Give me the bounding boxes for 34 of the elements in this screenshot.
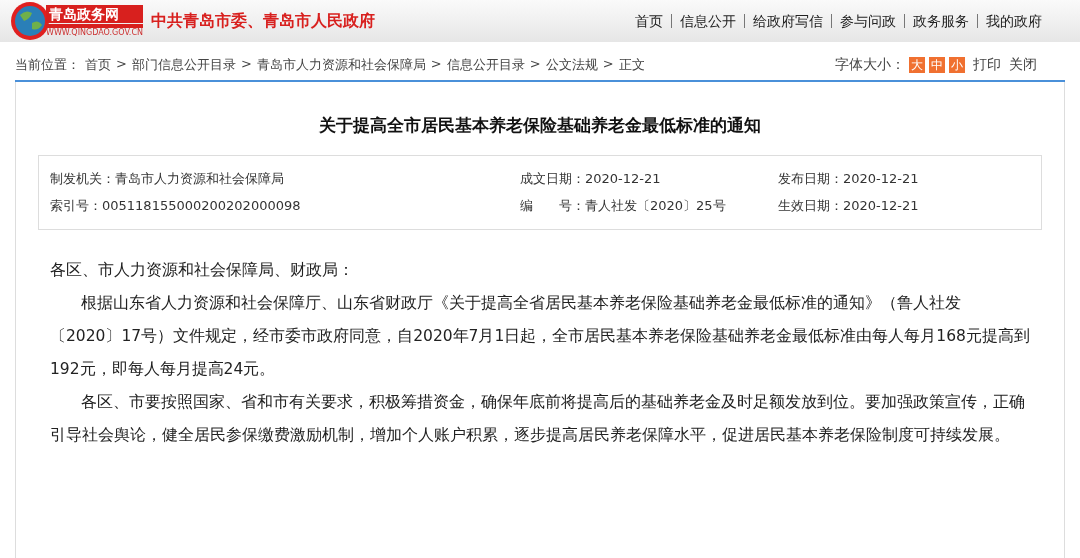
font-size-label: 字体大小： [835, 56, 905, 74]
breadcrumb-link[interactable]: 公文法规 [545, 56, 598, 74]
breadcrumb-link[interactable]: 信息公开目录 [446, 56, 525, 74]
site-title: 中共青岛市委、青岛市人民政府 [151, 10, 375, 32]
breadcrumb-separator: > [116, 56, 127, 73]
tool-link[interactable]: 关闭 [1009, 56, 1037, 74]
logo-text: 青岛政务网 [46, 5, 143, 23]
breadcrumb-link[interactable]: 正文 [618, 56, 645, 74]
breadcrumb-separator: > [240, 56, 252, 73]
nav-link[interactable]: 我的政府 [977, 14, 1050, 28]
info-field: 编 号：青人社发〔2020〕25号 [520, 197, 778, 215]
nav-link[interactable]: 首页 [627, 14, 671, 28]
paragraph: 各区、市要按照国家、省和市有关要求，积极筹措资金，确保年底前将提高后的基础养老金及时足额发放到位。要加强政策宣传，正确引导社会舆论，健全居民参保缴费激励机制，增加个人账户积累，逐步提高居民养老保障水平，促进居民基本养老保险制度可持续发展。 [50, 392, 1026, 446]
logo-url: WWW.QINGDAO.GOV.CN [46, 28, 143, 37]
breadcrumb-link[interactable]: 部门信息公开目录 [131, 56, 236, 74]
info-field: 生效日期：2020-12-21 [778, 197, 1030, 215]
info-field: 索引号：005118155000200202000098 [50, 197, 520, 215]
breadcrumb-link[interactable]: 青岛市人力资源和社会保障局 [256, 56, 426, 74]
breadcrumb-label: 当前位置： [15, 56, 80, 74]
article-title: 关于提高全市居民基本养老保险基础养老金最低标准的通知 [318, 114, 762, 137]
tool-link[interactable]: 打印 [973, 56, 1001, 74]
breadcrumb-separator: > [430, 56, 442, 73]
breadcrumb-link[interactable]: 首页 [85, 56, 111, 74]
nav-link[interactable]: 参与问政 [831, 14, 904, 28]
nav-link[interactable]: 给政府写信 [744, 14, 831, 28]
breadcrumb-separator: > [529, 56, 541, 73]
nav-link[interactable]: 信息公开 [671, 14, 744, 28]
nav-link[interactable]: 政务服务 [904, 14, 977, 28]
salutation: 各区、市人力资源和社会保障局、财政局： [50, 260, 355, 281]
info-field: 制发机关：青岛市人力资源和社会保障局 [50, 170, 520, 188]
info-field: 发布日期：2020-12-21 [778, 170, 1030, 188]
info-field: 成文日期：2020-12-21 [520, 170, 778, 188]
paragraph: 根据山东省人力资源和社会保障厅、山东省财政厅《关于提高全省居民基本养老保险基础养老金最低标准的通知》（鲁人社发〔2020〕17号）文件规定，经市委市政府同意，自2020年7月1日起，全市居民基本养老保险基础养老金最低标准由每人每月168元提高到192元，即每人每月提高24元。 [50, 293, 1030, 380]
breadcrumb-separator: > [602, 56, 614, 73]
